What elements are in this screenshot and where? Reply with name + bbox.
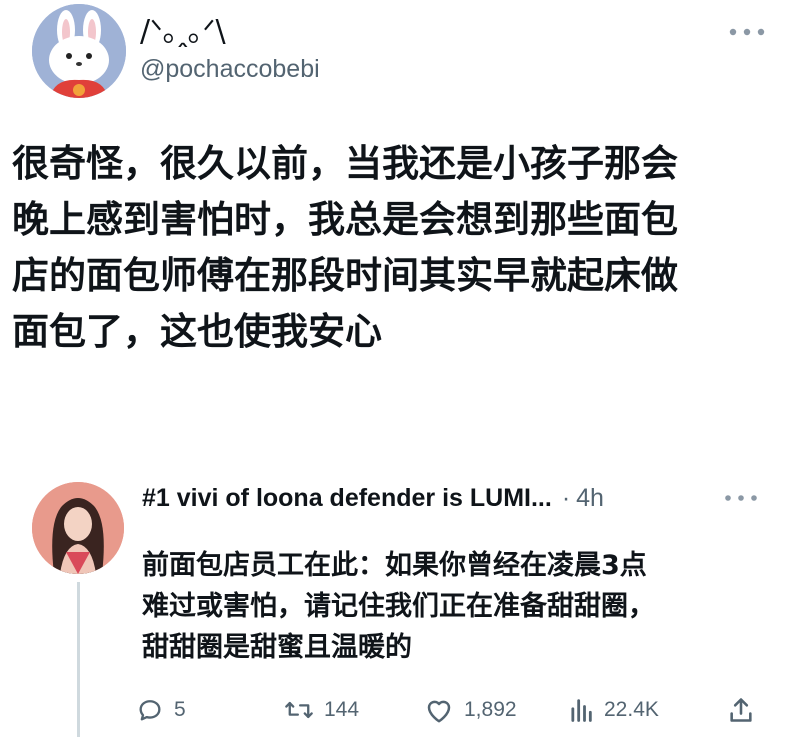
reply-header: #1 vivi of loona defender is LUMI... · 4… <box>142 478 762 518</box>
tweet-text-line: 店的面包师傅在那段时间其实早就起床做 <box>12 254 678 297</box>
author-display-name[interactable]: /ᐠ｡ꞈ｡ᐟ\ <box>140 14 226 50</box>
author-avatar[interactable] <box>32 4 126 98</box>
thread-line <box>77 582 80 737</box>
retweet-button[interactable]: 144 <box>284 688 359 732</box>
share-button[interactable] <box>728 688 754 732</box>
more-icon[interactable] <box>726 24 768 40</box>
tweet-text-line: 面包了，这也使我安心 <box>12 310 382 353</box>
like-count: 1,892 <box>464 698 517 721</box>
tweet-text: 很奇怪，很久以前，当我还是小孩子那会 晚上感到害怕时，我总是会想到那些面包 店的… <box>12 136 792 360</box>
views-icon <box>571 699 592 722</box>
retweet-icon <box>285 701 313 719</box>
reply-author-avatar[interactable] <box>32 482 124 574</box>
girl-avatar-image <box>32 482 124 574</box>
reply-text: 前面包店员工在此：如果你曾经在凌晨3点 难过或害怕，请记住我们正在准备甜甜圈， … <box>142 545 782 668</box>
action-bar: 5 144 1,892 22.4K <box>136 688 776 732</box>
reply-text-line: 难过或害怕，请记住我们正在准备甜甜圈， <box>142 591 655 622</box>
reply-button[interactable]: 5 <box>136 688 186 732</box>
share-icon <box>730 698 752 722</box>
reply-text-line: 前面包店员工在此：如果你曾经在凌晨3点 <box>142 550 647 581</box>
author-handle[interactable]: @pochaccobebi <box>140 54 320 84</box>
like-button[interactable]: 1,892 <box>424 688 517 732</box>
retweet-count: 144 <box>324 698 360 721</box>
like-icon <box>427 700 451 723</box>
tweet-text-line: 晚上感到害怕时，我总是会想到那些面包 <box>12 198 678 241</box>
more-icon[interactable] <box>722 490 760 504</box>
bunny-avatar-image <box>32 4 126 98</box>
views-button[interactable]: 22.4K <box>568 688 659 732</box>
reply-separator: · <box>561 483 571 512</box>
reply-timestamp[interactable]: 4h <box>576 484 604 513</box>
tweet-text-line: 很奇怪，很久以前，当我还是小孩子那会 <box>12 142 678 185</box>
reply-author-name[interactable]: #1 vivi of loona defender is LUMI... <box>142 484 552 513</box>
reply-count: 5 <box>174 698 186 721</box>
reply-text-line: 甜甜圈是甜蜜且温暖的 <box>142 632 412 663</box>
reply-icon <box>139 700 161 721</box>
view-count: 22.4K <box>604 698 659 721</box>
